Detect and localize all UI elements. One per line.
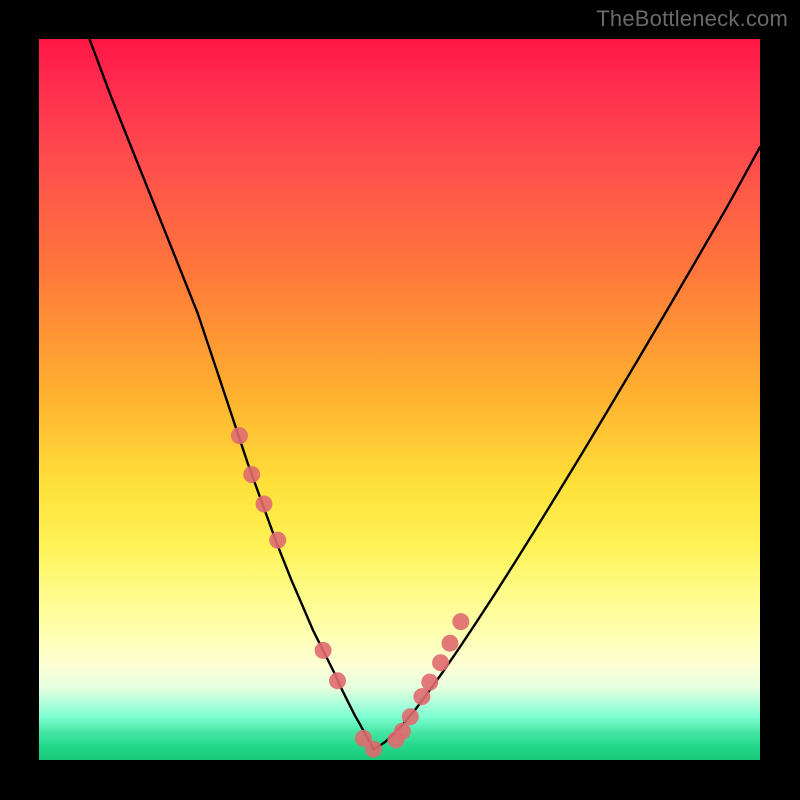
curve-right-path <box>374 147 761 749</box>
scatter-dot <box>329 672 346 689</box>
scatter-dot <box>256 496 273 513</box>
chart-svg <box>39 39 760 760</box>
watermark-text: TheBottleneck.com <box>596 6 788 32</box>
scatter-dot <box>231 427 248 444</box>
curve-left-path <box>90 39 374 749</box>
scatter-dot <box>452 613 469 630</box>
scatter-dot <box>394 723 411 740</box>
scatter-dot <box>365 741 382 758</box>
scatter-dot <box>432 654 449 671</box>
scatter-dot <box>402 708 419 725</box>
scatter-dot <box>421 674 438 691</box>
scatter-dot <box>269 532 286 549</box>
scatter-dot <box>243 466 260 483</box>
scatter-dot <box>413 688 430 705</box>
chart-frame: TheBottleneck.com <box>0 0 800 800</box>
plot-area <box>39 39 760 760</box>
scatter-dot <box>315 642 332 659</box>
scatter-dot <box>442 635 459 652</box>
